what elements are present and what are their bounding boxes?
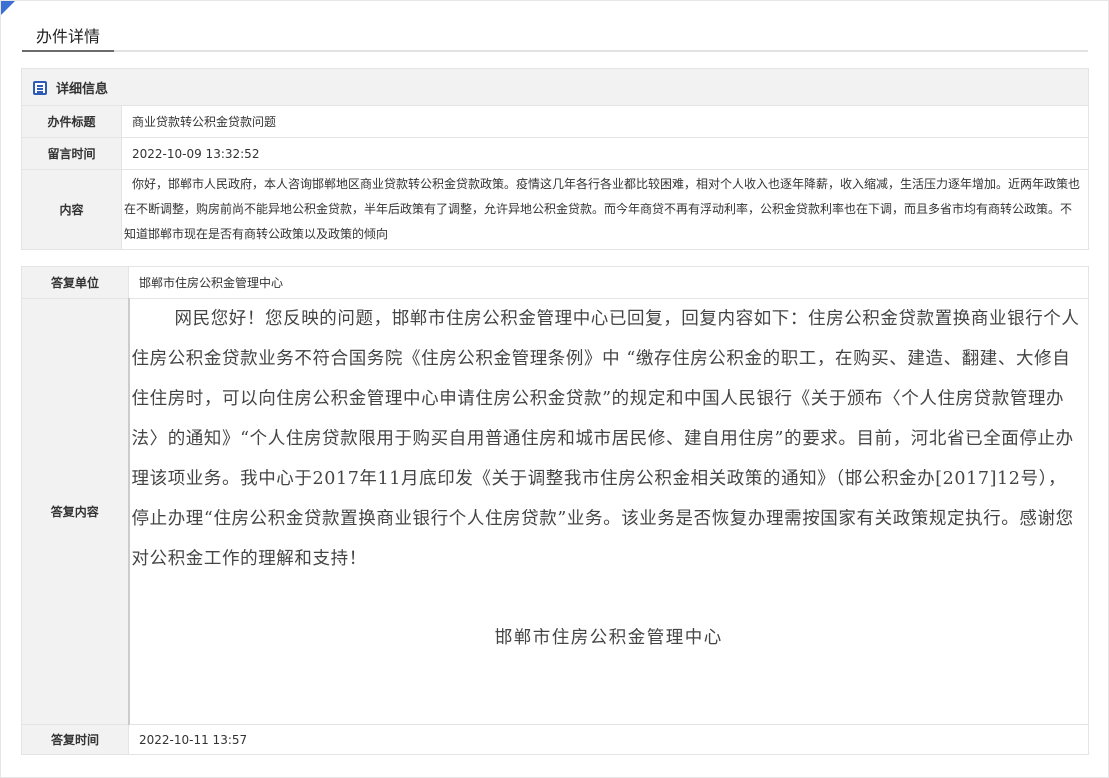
subject-row: 办件标题 商业贷款转公积金贷款问题	[21, 105, 1089, 138]
subject-label: 办件标题	[21, 105, 122, 138]
reply-time-row: 答复时间 2022-10-11 13:57	[21, 724, 1089, 755]
list-icon	[33, 80, 47, 95]
corner-accent	[1, 1, 15, 15]
message-time-label: 留言时间	[21, 137, 122, 170]
reply-time-label: 答复时间	[21, 724, 129, 755]
reply-unit-label: 答复单位	[21, 266, 129, 299]
content-value: 你好，邯郸市人民政府，本人咨询邯郸地区商业贷款转公积金贷款政策。疫情这几年各行各…	[121, 169, 1089, 250]
content-text: 你好，邯郸市人民政府，本人咨询邯郸地区商业贷款转公积金贷款政策。疫情这几年各行各…	[124, 177, 1081, 241]
details-section-title: 详细信息	[56, 81, 109, 97]
reply-table: 答复单位 邯郸市住房公积金管理中心 答复内容 网民您好！您反映的问题，邯郸市住房…	[21, 266, 1089, 755]
reply-content-text: 网民您好！您反映的问题，邯郸市住房公积金管理中心已回复，回复内容如下：住房公积金…	[131, 309, 1080, 569]
page-title-tab[interactable]: 办件详情	[22, 12, 115, 52]
details-table: 详细信息 办件标题 商业贷款转公积金贷款问题 留言时间 2022-10-09 1…	[21, 68, 1089, 250]
subject-value: 商业贷款转公积金贷款问题	[121, 105, 1089, 138]
message-time-row: 留言时间 2022-10-09 13:32:52	[21, 137, 1089, 170]
details-section-header: 详细信息	[21, 68, 1089, 106]
page-header: 办件详情	[22, 12, 1088, 52]
message-time-value: 2022-10-09 13:32:52	[121, 137, 1089, 170]
reply-signature: 邯郸市住房公积金管理中心	[494, 628, 723, 648]
reply-content-row: 答复内容 网民您好！您反映的问题，邯郸市住房公积金管理中心已回复，回复内容如下：…	[21, 298, 1089, 725]
reply-unit-row: 答复单位 邯郸市住房公积金管理中心	[21, 266, 1089, 299]
content-row: 内容 你好，邯郸市人民政府，本人咨询邯郸地区商业贷款转公积金贷款政策。疫情这几年…	[21, 169, 1089, 250]
reply-content-label: 答复内容	[21, 298, 129, 725]
reply-time-value: 2022-10-11 13:57	[128, 724, 1089, 755]
reply-unit-value: 邯郸市住房公积金管理中心	[128, 266, 1089, 299]
content-label: 内容	[21, 169, 122, 250]
reply-content-cell: 网民您好！您反映的问题，邯郸市住房公积金管理中心已回复，回复内容如下：住房公积金…	[127, 298, 1089, 725]
